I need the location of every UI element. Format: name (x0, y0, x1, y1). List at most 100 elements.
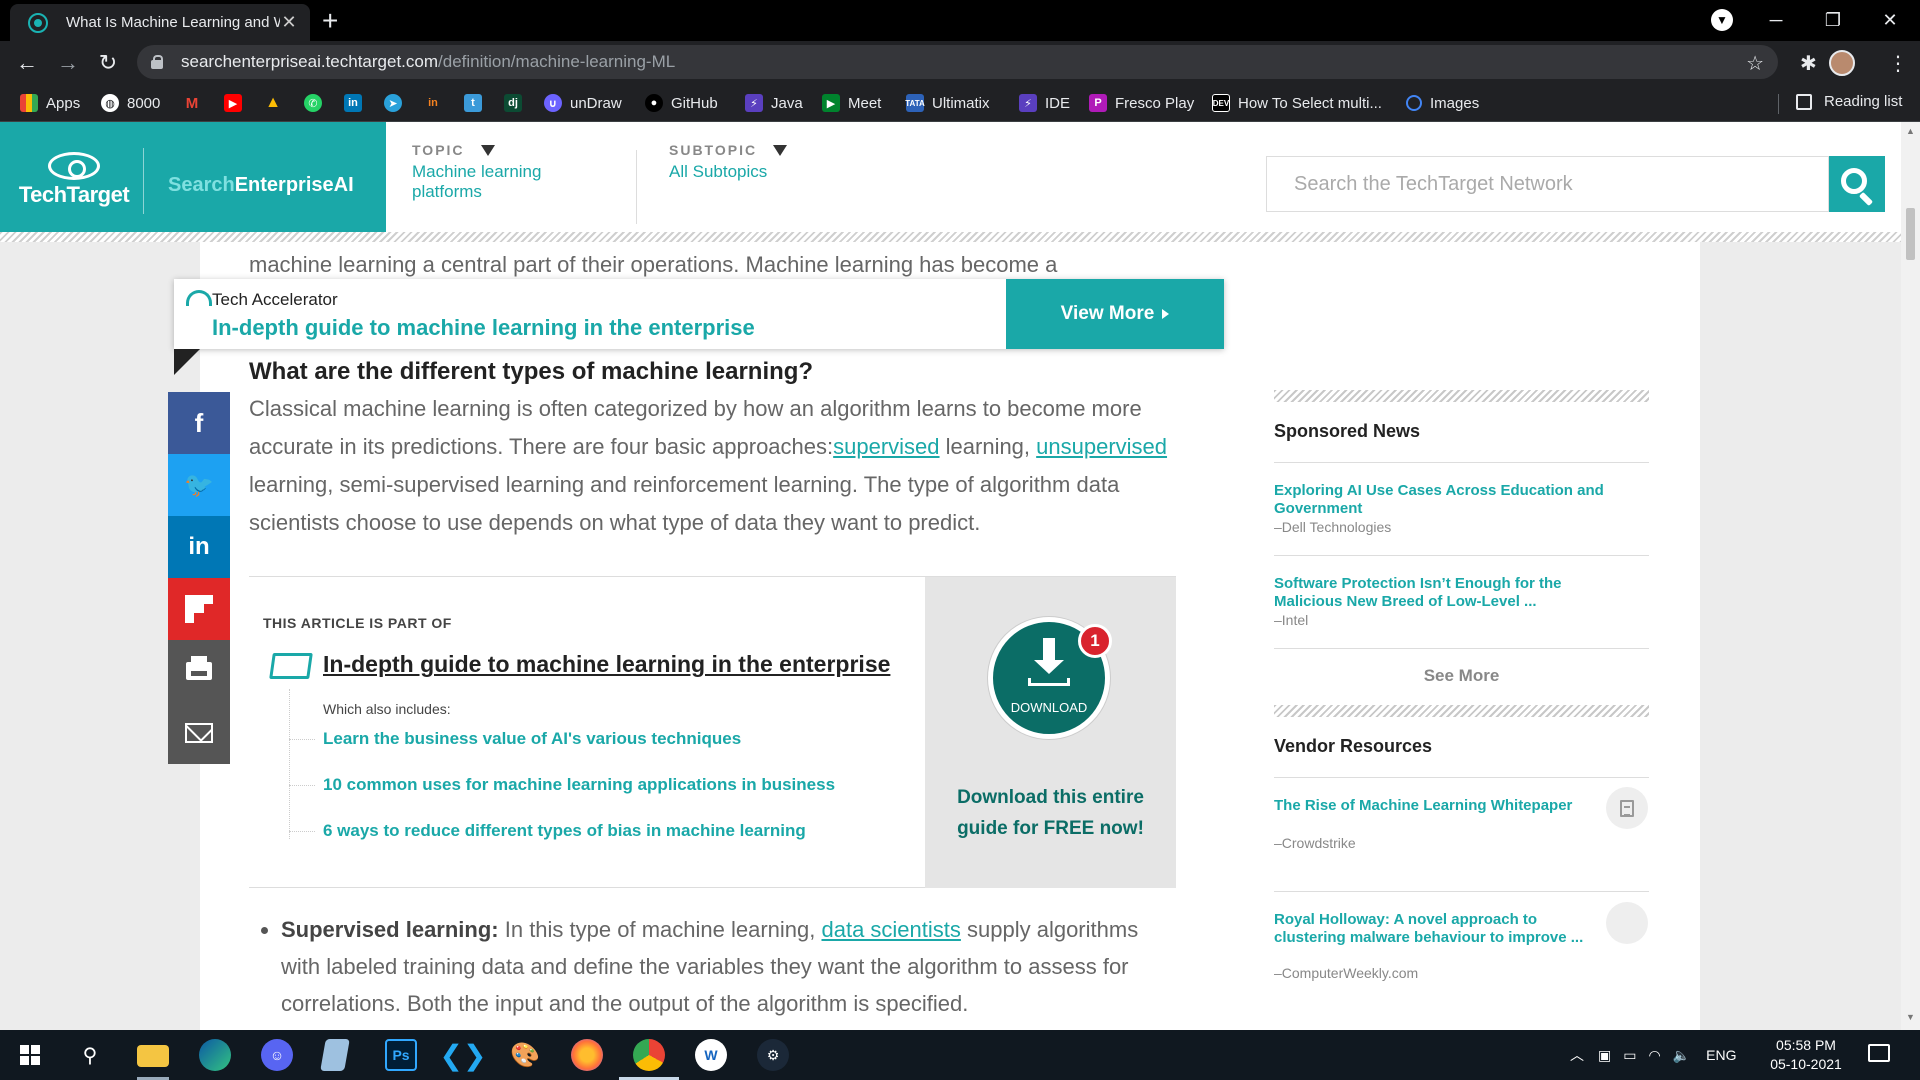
django-icon: dj (504, 94, 522, 112)
paint-icon[interactable]: 🎨 (509, 1039, 541, 1071)
tech-accelerator-title[interactable]: In-depth guide to machine learning in th… (212, 315, 755, 341)
view-more-button[interactable]: View More (1006, 279, 1224, 349)
search-taskbar-icon[interactable]: ⚲ (74, 1039, 106, 1071)
bookmark-dj[interactable]: dj (504, 93, 530, 113)
bookmark-ultimatix[interactable]: TATA Ultimatix (905, 93, 990, 113)
download-button[interactable]: DOWNLOAD 1 (988, 617, 1112, 739)
bookmark-apps[interactable]: Apps (20, 93, 80, 113)
notification-center-icon[interactable] (1868, 1044, 1890, 1062)
play-arrow-icon (1162, 309, 1170, 319)
discord-icon[interactable]: ☺ (261, 1039, 293, 1071)
bookmark-telegram[interactable]: ➤ (384, 93, 410, 113)
bookmark-images[interactable]: Images (1406, 93, 1479, 113)
supervised-link[interactable]: supervised (833, 434, 939, 459)
guide-link[interactable]: Learn the business value of AI's various… (288, 729, 741, 749)
bullet-term: Supervised learning: (281, 917, 499, 942)
email-share-button[interactable] (168, 702, 230, 764)
vendor-link[interactable]: The Rise of Machine Learning Whitepaper (1274, 797, 1624, 815)
site-search-input[interactable] (1267, 157, 1831, 211)
flipboard-share-button[interactable] (168, 578, 230, 640)
input-language[interactable]: ENG (1706, 1047, 1736, 1063)
print-button[interactable] (168, 640, 230, 702)
file-explorer-icon[interactable] (137, 1045, 169, 1067)
vendor-link[interactable]: Royal Holloway: A novel approach to clus… (1274, 911, 1594, 947)
show-hidden-icons-icon[interactable]: ︿ (1570, 1045, 1584, 1065)
chrome-icon[interactable] (633, 1039, 665, 1071)
guide-link[interactable]: 6 ways to reduce different types of bias… (289, 821, 806, 841)
reading-list-button[interactable]: Reading list (1796, 93, 1902, 110)
bookmark-youtube[interactable]: ▶ (224, 93, 250, 113)
bookmark-undraw[interactable]: ∪ unDraw (544, 93, 622, 113)
steam-icon[interactable]: ⚙ (757, 1039, 789, 1071)
subtopic-menu[interactable]: SUBTOPIC All Subtopics (669, 142, 788, 182)
guide-title-link[interactable]: In-depth guide to machine learning in th… (323, 651, 890, 678)
scroll-down-icon[interactable]: ▼ (1906, 1012, 1915, 1022)
site-name-link[interactable]: SearchEnterpriseAI (168, 174, 354, 197)
notes-app-icon[interactable] (320, 1039, 350, 1071)
extensions-puzzle-icon[interactable]: ✱ (1800, 51, 1817, 76)
bookmark-drive[interactable]: ▲ (264, 93, 290, 113)
bookmark-8000[interactable]: ◍ 8000 (101, 93, 160, 113)
bookmark-how-to-select[interactable]: DEV How To Select multi... (1212, 93, 1382, 113)
scroll-up-icon[interactable]: ▲ (1906, 126, 1915, 136)
close-window-icon[interactable]: ✕ (1862, 0, 1918, 41)
vscode-icon[interactable]: ❮❯ (440, 1039, 487, 1071)
site-search-button[interactable] (1829, 156, 1885, 212)
bookmark-fresco-play[interactable]: P Fresco Play (1089, 93, 1194, 113)
topic-value-link[interactable]: Machine learning platforms (412, 162, 572, 202)
bookmark-label: IDE (1045, 94, 1071, 112)
bookmark-t[interactable]: t (464, 93, 490, 113)
see-more-link[interactable]: See More (1274, 666, 1649, 686)
meet-now-icon[interactable]: ▣ (1598, 1047, 1611, 1064)
brand-divider (143, 148, 144, 214)
topic-menu[interactable]: TOPIC Machine learning platforms (412, 142, 572, 202)
bookmark-java[interactable]: ⚡ Java (745, 93, 803, 113)
profile-avatar[interactable] (1829, 50, 1855, 76)
bookmark-linkedin[interactable]: in (344, 93, 370, 113)
taskbar-clock[interactable]: 05:58 PM 05-10-2021 (1762, 1036, 1850, 1074)
minimize-icon[interactable]: ─ (1748, 0, 1804, 41)
wifi-icon[interactable]: ◠ (1648, 1047, 1660, 1064)
start-button[interactable] (14, 1039, 46, 1071)
sponsored-link[interactable]: Exploring AI Use Cases Across Education … (1274, 482, 1624, 518)
chrome-menu-icon[interactable]: ⋮ (1888, 51, 1908, 76)
edge-icon[interactable] (199, 1039, 231, 1071)
downloads-icon[interactable]: ▼ (1711, 9, 1733, 31)
guide-link[interactable]: 10 common uses for machine learning appl… (288, 775, 835, 795)
firefox-icon[interactable] (571, 1039, 603, 1071)
bookmark-gmail[interactable]: M (183, 93, 209, 113)
unsupervised-link[interactable]: unsupervised (1036, 434, 1167, 459)
page-scrollbar[interactable]: ▲ ▼ (1901, 122, 1920, 1030)
close-tab-icon[interactable]: ✕ (280, 12, 298, 33)
bookmark-star-icon[interactable]: ☆ (1746, 51, 1764, 76)
bookmark-meet[interactable]: ▶ Meet (822, 93, 881, 113)
bookmark-github[interactable]: ● GitHub (645, 93, 718, 113)
scrollbar-thumb[interactable] (1906, 208, 1915, 260)
bookmark-ide[interactable]: ⚡ IDE (1019, 93, 1070, 113)
data-scientists-link[interactable]: data scientists (821, 917, 960, 942)
bookmark-whatsapp[interactable]: ✆ (304, 93, 330, 113)
sponsored-link[interactable]: Software Protection Isn’t Enough for the… (1274, 575, 1624, 611)
reload-icon[interactable]: ↻ (94, 49, 122, 77)
sponsored-news-heading: Sponsored News (1274, 421, 1421, 441)
back-icon[interactable]: ← (13, 49, 41, 77)
battery-icon[interactable]: ▭ (1623, 1047, 1636, 1064)
browser-tab[interactable]: What Is Machine Learning and W ✕ (10, 4, 310, 41)
eye-logo-icon (48, 152, 100, 180)
new-tab-icon[interactable]: + (322, 6, 338, 36)
restore-icon[interactable]: ❐ (1805, 0, 1861, 41)
bookmark-in[interactable]: in (424, 93, 450, 113)
word-app-icon[interactable]: W (695, 1039, 727, 1071)
photoshop-icon[interactable]: Ps (385, 1039, 417, 1071)
subtopic-label: SUBTOPIC (669, 142, 788, 158)
techtarget-logo[interactable]: TechTarget (18, 152, 130, 208)
forward-icon[interactable]: → (54, 49, 82, 77)
twitter-share-button[interactable]: 🐦 (168, 454, 230, 516)
volume-icon[interactable]: 🔈 (1673, 1047, 1690, 1064)
linkedin-share-button[interactable]: in (168, 516, 230, 578)
address-bar[interactable]: searchenterpriseai.techtarget.com/defini… (137, 45, 1778, 79)
subtopic-value-link[interactable]: All Subtopics (669, 162, 787, 182)
download-cta-link[interactable]: Download this entire guide for FREE now! (935, 782, 1166, 844)
facebook-share-button[interactable]: f (168, 392, 230, 454)
rail-rule (1274, 555, 1649, 556)
